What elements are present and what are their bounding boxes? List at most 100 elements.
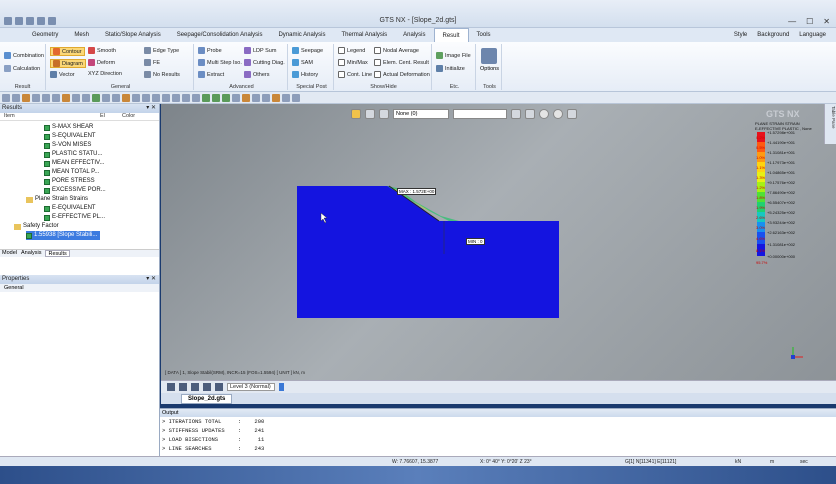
slider-handle[interactable] [279, 383, 284, 391]
diagram-button[interactable]: Diagram [50, 59, 86, 68]
paste-icon[interactable] [52, 93, 60, 102]
select-icon[interactable] [2, 93, 10, 102]
pan-icon[interactable] [12, 93, 20, 102]
smooth-button[interactable]: Smooth [88, 47, 116, 54]
step-icon[interactable] [203, 383, 211, 391]
snap-icon[interactable] [122, 93, 130, 102]
xyz-direction-button[interactable]: XYZ Direction [88, 71, 122, 77]
properties-general[interactable]: General [0, 284, 159, 292]
rotate-left-icon[interactable] [182, 93, 190, 102]
tab-dynamic[interactable]: Dynamic Analysis [270, 28, 333, 42]
rotate-icon[interactable] [172, 93, 180, 102]
grid-icon[interactable] [62, 93, 70, 102]
options-button[interactable]: Options [480, 48, 499, 72]
tree-node[interactable]: PLASTIC STATU... [44, 150, 102, 159]
background-menu[interactable]: Background [757, 28, 789, 42]
tab-results[interactable]: Results [45, 250, 70, 257]
table-pane-tab[interactable]: Table Pane [824, 104, 836, 144]
minimize-icon[interactable]: — [788, 17, 796, 26]
calculation-button[interactable]: Calculation [4, 65, 40, 72]
tree-node[interactable]: MEAN EFFECTIV... [44, 159, 104, 168]
tree-node[interactable]: S-EQUIVALENT [44, 132, 96, 141]
tree-node[interactable]: MEAN TOTAL P... [44, 168, 99, 177]
no-results-button[interactable]: No Results [144, 71, 180, 78]
export-icon[interactable] [215, 383, 223, 391]
tab-analysis[interactable]: Analysis [395, 28, 433, 42]
hide-icon[interactable] [102, 93, 110, 102]
render-icon[interactable] [242, 93, 250, 102]
close-icon[interactable]: ✕ [823, 17, 830, 26]
show-icon[interactable] [112, 93, 120, 102]
tab-seepage[interactable]: Seepage/Consolidation Analysis [169, 28, 271, 42]
style-menu[interactable]: Style [734, 28, 747, 42]
tab-static-slope[interactable]: Static/Slope Analysis [97, 28, 169, 42]
edge-type-button[interactable]: Edge Type [144, 47, 179, 54]
perspective-icon[interactable] [282, 93, 290, 102]
tab-thermal[interactable]: Thermal Analysis [333, 28, 395, 42]
panel-pin-icon[interactable]: ▾ ✕ [146, 104, 156, 113]
window-controls[interactable]: — ☐ ✕ [788, 17, 830, 26]
language-menu[interactable]: Language [799, 28, 826, 42]
tree-node[interactable]: EXCESSIVE POR... [44, 186, 106, 195]
rotate-right-icon[interactable] [192, 93, 200, 102]
tree-node[interactable]: S-MAX SHEAR [44, 123, 93, 132]
sam-button[interactable]: SAM [292, 59, 313, 66]
tab-model[interactable]: Model [2, 250, 17, 257]
stop-icon[interactable] [179, 383, 187, 391]
iso-view-icon[interactable] [232, 93, 240, 102]
combination-button[interactable]: Combination [4, 52, 44, 59]
tab-analysis-panel[interactable]: Analysis [21, 250, 41, 257]
cont-line-checkbox[interactable]: Cont. Line [338, 71, 372, 78]
wireframe-icon[interactable] [252, 93, 260, 102]
table-icon[interactable] [32, 93, 40, 102]
tab-geometry[interactable]: Geometry [24, 28, 66, 42]
node-icon[interactable] [72, 93, 80, 102]
top-view-icon[interactable] [212, 93, 220, 102]
others-button[interactable]: Others [244, 71, 270, 78]
measure-icon[interactable] [132, 93, 140, 102]
front-view-icon[interactable] [202, 93, 210, 102]
deform-button[interactable]: Deform [88, 59, 115, 66]
tree-folder[interactable]: Plane Strain Strains [26, 195, 88, 204]
tree-node[interactable]: E-EQUIVALENT [44, 204, 96, 213]
initialize-button[interactable]: Initialize [436, 65, 465, 72]
zoom-fit-icon[interactable] [162, 93, 170, 102]
doc-tab-slope[interactable]: Slope_2d.gts [181, 394, 233, 404]
nodal-average-checkbox[interactable]: Nodal Average [374, 47, 419, 54]
play-icon[interactable] [167, 383, 175, 391]
copy-icon[interactable] [42, 93, 50, 102]
elem-cent-checkbox[interactable]: Elem. Cent. Result [374, 59, 429, 66]
vector-button[interactable]: Vector [50, 71, 75, 78]
record-icon[interactable] [191, 383, 199, 391]
actual-deformation-checkbox[interactable]: Actual Deformation [374, 71, 430, 78]
cutting-diag-button[interactable]: Cutting Diag. [244, 59, 285, 66]
tree-node[interactable]: S-VON MISES [44, 141, 91, 150]
tree-folder[interactable]: Safety Factor [14, 222, 59, 231]
shade-icon[interactable] [262, 93, 270, 102]
legend-checkbox[interactable]: Legend [338, 47, 365, 54]
filter-icon[interactable] [22, 93, 30, 102]
tree-node[interactable]: PORE STRESS [44, 177, 95, 186]
multi-step-button[interactable]: Multi Step Iso. [198, 59, 242, 66]
extract-button[interactable]: Extract [198, 71, 224, 78]
side-view-icon[interactable] [222, 93, 230, 102]
tab-tools[interactable]: Tools [469, 28, 499, 42]
tree-node-selected[interactable]: 1.55938 [Slope Stabili... [26, 231, 101, 240]
tab-result[interactable]: Result [433, 28, 469, 42]
maximize-icon[interactable]: ☐ [806, 17, 813, 26]
zoom-out-icon[interactable] [152, 93, 160, 102]
fe-button[interactable]: FE [144, 59, 160, 66]
element-icon[interactable] [82, 93, 90, 102]
model-viewport[interactable]: None (0) MAX : 1.572E+00 MIN : 0 GTS NX … [161, 104, 836, 380]
zoom-in-icon[interactable] [142, 93, 150, 102]
image-file-button[interactable]: Image File [436, 52, 471, 59]
tree-node[interactable]: E-EFFECTIVE PL... [44, 213, 105, 222]
display-icon[interactable] [292, 93, 300, 102]
ldp-sum-button[interactable]: LDP Sum [244, 47, 276, 54]
probe-button[interactable]: Probe [198, 47, 222, 54]
mesh-icon[interactable] [92, 93, 100, 102]
contour-button[interactable]: Contour [50, 47, 85, 56]
history-button[interactable]: History [292, 71, 318, 78]
level-select[interactable]: Level 3 (Normal) [227, 383, 275, 391]
light-icon[interactable] [272, 93, 280, 102]
